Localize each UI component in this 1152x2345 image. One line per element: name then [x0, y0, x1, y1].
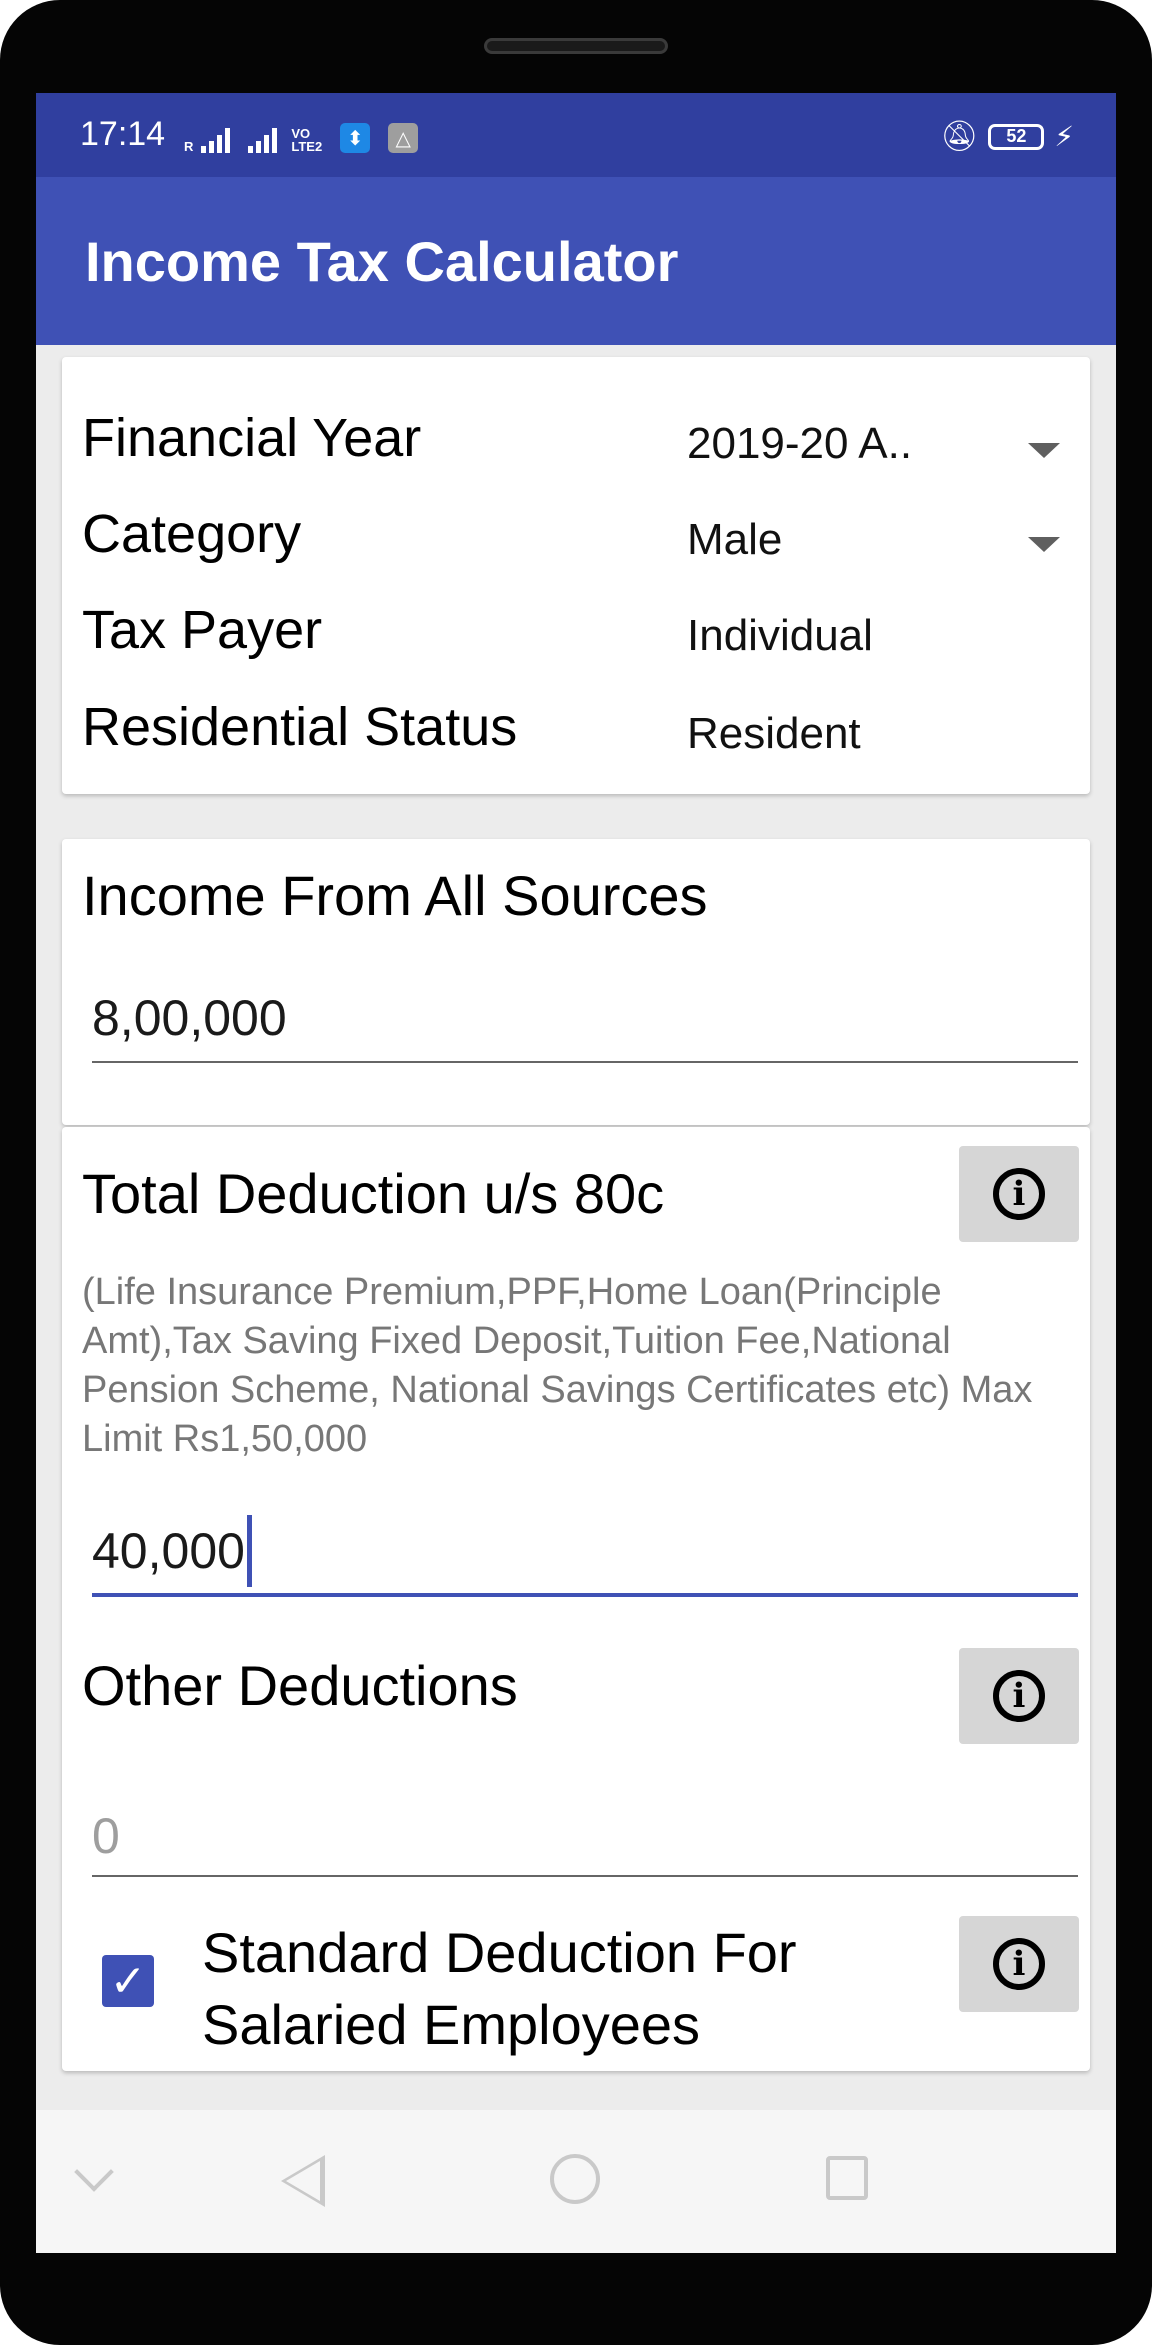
info-button-standard[interactable]: i [959, 1916, 1079, 2012]
standard-deduction-label[interactable]: Standard Deduction For Salaried Employee… [202, 1917, 922, 2061]
recents-icon[interactable] [826, 2156, 868, 2200]
signal-2-icon [248, 127, 278, 153]
financial-year-label: Financial Year [82, 408, 422, 468]
roaming-indicator: R [184, 139, 194, 154]
info-icon: i [993, 1670, 1045, 1722]
app-title: Income Tax Calculator [85, 230, 679, 293]
other-deductions-title: Other Deductions [82, 1654, 518, 1717]
text-cursor [246, 1515, 252, 1587]
phone-frame: 17:14 R VO LTE2 ⬍ △ 🔕︎ 52 ⚡︎ Income Tax [0, 0, 1152, 2345]
deduction-80c-title: Total Deduction u/s 80c [82, 1162, 665, 1225]
status-right-icons: 🔕︎ 52 ⚡︎ [940, 119, 1074, 154]
income-title: Income From All Sources [82, 864, 708, 927]
charging-icon: ⚡︎ [1054, 121, 1074, 152]
standard-deduction-checkbox[interactable]: ✓ [102, 1955, 154, 2007]
drive-icon: △ [388, 123, 419, 153]
tax-payer-label: Tax Payer [82, 600, 323, 660]
earpiece-speaker [484, 38, 668, 54]
deduction-80c-underline [92, 1593, 1078, 1597]
deduction-80c-input[interactable]: 40,000 [92, 1515, 1078, 1595]
info-icon: i [993, 1938, 1045, 1990]
chevron-down-icon[interactable] [1028, 537, 1060, 552]
status-bar: 17:14 R VO LTE2 ⬍ △ 🔕︎ 52 ⚡︎ [36, 93, 1116, 177]
volte-indicator: VO LTE2 [291, 126, 323, 154]
app-bar: Income Tax Calculator [36, 177, 1116, 345]
screen: 17:14 R VO LTE2 ⬍ △ 🔕︎ 52 ⚡︎ Income Tax [36, 93, 1116, 2253]
income-card: Income From All Sources 8,00,000 [62, 839, 1090, 1125]
info-button-other[interactable]: i [959, 1648, 1079, 1744]
deductions-card: Total Deduction u/s 80c i (Life Insuranc… [62, 1127, 1090, 2071]
other-deductions-underline [92, 1875, 1078, 1877]
navigation-bar [36, 2110, 1116, 2253]
settings-card: Financial Year 2019-20 A.. Category Male… [62, 357, 1090, 794]
signal-icon [201, 127, 231, 153]
info-icon: i [993, 1168, 1045, 1220]
status-left-icons: R VO LTE2 ⬍ △ [184, 123, 419, 154]
category-dropdown[interactable]: Male [687, 515, 782, 565]
back-icon-inner [286, 2161, 320, 2201]
residential-status-value[interactable]: Resident [687, 709, 861, 759]
mute-icon: 🔕︎ [940, 120, 979, 153]
income-input[interactable]: 8,00,000 [92, 989, 287, 1047]
chevron-down-icon[interactable] [1028, 443, 1060, 458]
status-time: 17:14 [80, 115, 166, 153]
tax-payer-value[interactable]: Individual [687, 611, 873, 661]
home-icon[interactable] [550, 2154, 600, 2204]
usb-icon: ⬍ [340, 123, 371, 153]
other-deductions-input[interactable]: 0 [92, 1807, 120, 1865]
info-button-80c[interactable]: i [959, 1146, 1079, 1242]
deduction-80c-value: 40,000 [92, 1523, 245, 1579]
battery-icon: 52 [988, 123, 1045, 150]
financial-year-dropdown[interactable]: 2019-20 A.. [687, 419, 912, 469]
category-label: Category [82, 504, 302, 564]
chevron-down-icon[interactable] [74, 2152, 114, 2192]
residential-status-label: Residential Status [82, 697, 518, 757]
income-input-underline [92, 1061, 1078, 1063]
deduction-80c-help: (Life Insurance Premium,PPF,Home Loan(Pr… [82, 1271, 1033, 1460]
